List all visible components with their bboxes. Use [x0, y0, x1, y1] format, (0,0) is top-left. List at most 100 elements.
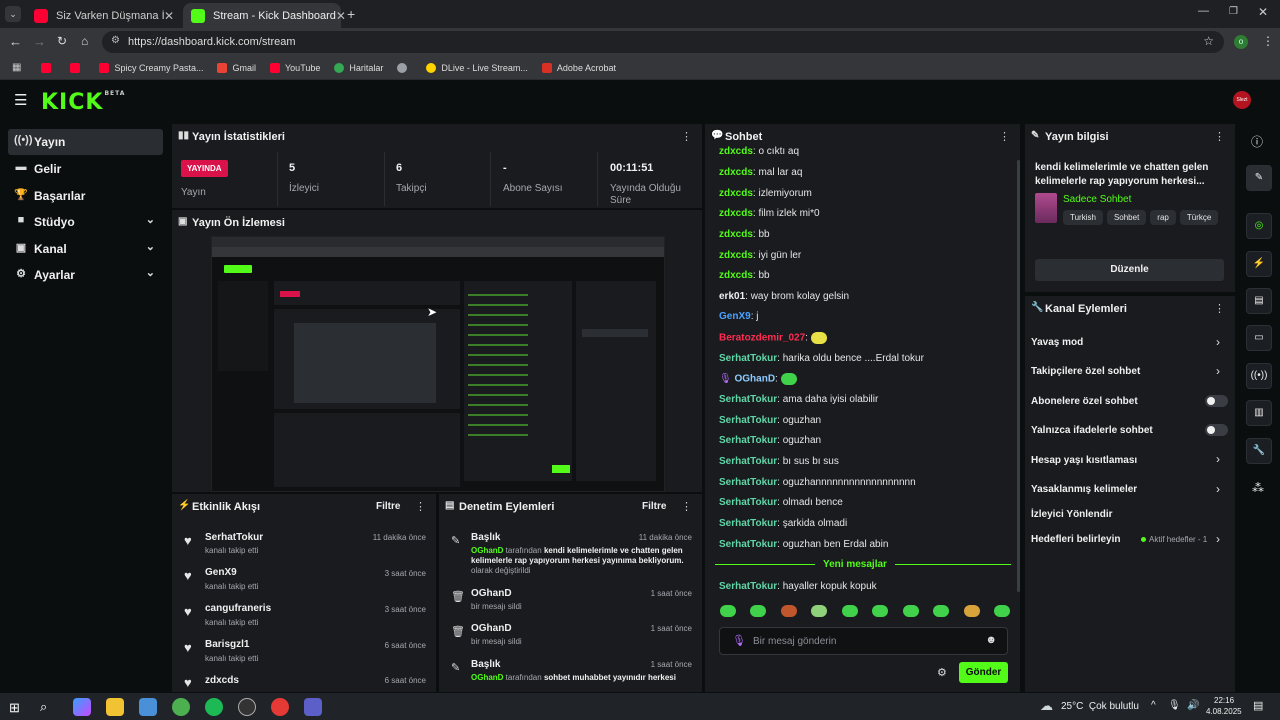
subs-only-toggle[interactable]: [1205, 395, 1228, 407]
chat-message[interactable]: SerhatTokur: harika oldu bence ....Erdal…: [719, 353, 924, 364]
browser-tab-kick[interactable]: Stream - Kick Dashboard ✕: [183, 3, 346, 28]
user-avatar[interactable]: Slezt: [1233, 91, 1251, 109]
profile-avatar[interactable]: o: [1234, 35, 1248, 49]
category-thumbnail[interactable]: [1035, 193, 1057, 223]
chat-message[interactable]: zdxcds: iyi gün ler: [719, 250, 801, 261]
emote-icon[interactable]: [750, 605, 767, 617]
more-options-icon[interactable]: ⋮: [681, 500, 692, 513]
microphone-icon[interactable]: 🎙: [732, 634, 746, 647]
obs-icon[interactable]: [238, 698, 256, 716]
apps-grid-icon[interactable]: ▦: [12, 62, 21, 73]
rail-edit-icon[interactable]: ✎: [1246, 165, 1272, 191]
reload-button[interactable]: ↻: [57, 34, 67, 48]
windows-start-icon[interactable]: ⊞: [9, 700, 20, 716]
rail-document-icon[interactable]: ▤: [1246, 288, 1272, 314]
chat-message[interactable]: 🎙 OGhanD:: [719, 373, 797, 385]
chat-message[interactable]: SerhatTokur: oguzhan: [719, 415, 821, 426]
bookmark-youtube-2[interactable]: [70, 62, 85, 73]
search-icon[interactable]: ⌕: [40, 699, 47, 715]
bookmark-gmail[interactable]: Gmail: [217, 62, 256, 73]
tag[interactable]: rap: [1150, 210, 1176, 225]
chat-scrollbar[interactable]: [1017, 160, 1020, 592]
emote-icon[interactable]: [933, 605, 950, 617]
channel-action-slow-mode[interactable]: Yavaş mod: [1031, 337, 1083, 348]
close-window-button[interactable]: ✕: [1258, 5, 1268, 19]
info-icon[interactable]: ⓘ: [1251, 133, 1263, 150]
activity-user[interactable]: Barisgzl1: [205, 639, 249, 650]
copilot-icon[interactable]: [73, 698, 91, 716]
channel-action-followers-only[interactable]: Takipçilere özel sohbet: [1031, 366, 1140, 377]
spotify-icon[interactable]: [205, 698, 223, 716]
sidebar-item-kanal[interactable]: ▣ Kanal ⌄: [8, 236, 163, 262]
activity-user[interactable]: GenX9: [205, 567, 237, 578]
chat-message[interactable]: SerhatTokur: oguzhan ben Erdal abin: [719, 539, 888, 550]
edit-button[interactable]: Düzenle: [1035, 259, 1224, 281]
emote-icon[interactable]: [993, 605, 1010, 617]
channel-action-account-age[interactable]: Hesap yaşı kısıtlaması: [1031, 455, 1137, 466]
more-options-icon[interactable]: ⋮: [681, 130, 692, 143]
chevron-right-icon[interactable]: ›: [1216, 364, 1220, 378]
more-options-icon[interactable]: ⋮: [1214, 302, 1225, 315]
activity-user[interactable]: zdxcds: [205, 675, 239, 686]
activity-user[interactable]: cangufraneris: [205, 603, 271, 614]
rail-extensions-icon[interactable]: ⁂: [1252, 481, 1264, 495]
weather-text[interactable]: 25°C Çok bulutlu: [1061, 701, 1139, 712]
chat-message[interactable]: SerhatTokur: oguzhannnnnnnnnnnnnnnnnn: [719, 477, 916, 488]
chat-message[interactable]: GenX9: j: [719, 311, 758, 322]
microphone-tray-icon[interactable]: 🎙: [1168, 700, 1181, 711]
chat-message[interactable]: zdxcds: bb: [719, 229, 770, 240]
chat-message[interactable]: erk01: way brom kolay gelsin: [719, 291, 849, 302]
chrome-profile-icon[interactable]: [271, 698, 289, 716]
bookmark-maps[interactable]: Haritalar: [334, 62, 383, 73]
mod-action-title[interactable]: OGhanD: [471, 588, 512, 599]
forward-button[interactable]: →: [33, 34, 46, 49]
bookmark-globe[interactable]: [397, 62, 412, 73]
chat-message[interactable]: SerhatTokur: olmadı bence: [719, 497, 843, 508]
tab-search-icon[interactable]: ⌄: [5, 6, 21, 22]
more-options-icon[interactable]: ⋮: [1214, 130, 1225, 143]
rail-broadcast-icon[interactable]: ((•)): [1246, 363, 1272, 389]
rail-wrench-icon[interactable]: 🔧: [1246, 438, 1272, 464]
emote-icon[interactable]: [811, 605, 828, 617]
chevron-right-icon[interactable]: ›: [1216, 335, 1220, 349]
chat-message[interactable]: SerhatTokur: oguzhan: [719, 435, 821, 446]
category-name[interactable]: Sadece Sohbet: [1063, 194, 1131, 205]
emote-icon[interactable]: [872, 605, 889, 617]
stream-preview-video[interactable]: ➤: [211, 236, 665, 492]
tag[interactable]: Sohbet: [1106, 210, 1147, 225]
chat-message[interactable]: Beratozdemir_027:: [719, 332, 827, 344]
restore-button[interactable]: ❐: [1229, 6, 1238, 17]
close-icon[interactable]: ✕: [336, 9, 346, 23]
rail-lightning-icon[interactable]: ⚡: [1246, 251, 1272, 277]
chat-message[interactable]: SerhatTokur: ama daha iyisi olabilir: [719, 394, 878, 405]
chat-message[interactable]: zdxcds: film izlek mi*0: [719, 208, 820, 219]
bookmark-acrobat[interactable]: Adobe Acrobat: [541, 62, 616, 73]
emote-icon[interactable]: [902, 605, 919, 617]
bookmark-pasta[interactable]: Spicy Creamy Pasta...: [99, 62, 203, 73]
chat-input[interactable]: 🎙 Bir mesaj gönderin ☻: [719, 627, 1008, 655]
chat-settings-icon[interactable]: ⚙: [937, 666, 947, 679]
chat-message[interactable]: SerhatTokur: hayaller kopuk kopuk: [719, 581, 877, 592]
kick-logo[interactable]: KICKBETA: [41, 90, 125, 115]
chevron-right-icon[interactable]: ›: [1216, 452, 1220, 466]
back-button[interactable]: ←: [9, 34, 22, 49]
activity-filter-button[interactable]: Filtre: [376, 501, 400, 512]
chevron-right-icon[interactable]: ›: [1216, 532, 1220, 546]
home-button[interactable]: ⌂: [81, 34, 88, 48]
tray-chevron-icon[interactable]: ^: [1151, 700, 1156, 711]
address-bar[interactable]: ⚙ https://dashboard.kick.com/stream ☆: [102, 31, 1224, 53]
chrome-icon[interactable]: [172, 698, 190, 716]
sidebar-item-basarilar[interactable]: 🏆 Başarılar: [8, 183, 163, 209]
chat-message[interactable]: SerhatTokur: şarkida olmadi: [719, 518, 847, 529]
clock-time[interactable]: 22:16: [1214, 696, 1234, 705]
bookmark-youtube-1[interactable]: [41, 62, 56, 73]
site-info-icon[interactable]: ⚙: [111, 35, 120, 46]
sidebar-item-gelir[interactable]: ▬ Gelir: [8, 156, 163, 182]
emoji-icon[interactable]: ☻: [985, 634, 997, 646]
mod-action-title[interactable]: OGhanD: [471, 623, 512, 634]
rail-target-icon[interactable]: ◎: [1246, 213, 1272, 239]
chat-message[interactable]: zdxcds: mal lar aq: [719, 167, 802, 178]
rail-layout-icon[interactable]: ▥: [1246, 400, 1272, 426]
bookmark-star-icon[interactable]: ☆: [1203, 34, 1214, 48]
chat-message[interactable]: zdxcds: bb: [719, 270, 770, 281]
